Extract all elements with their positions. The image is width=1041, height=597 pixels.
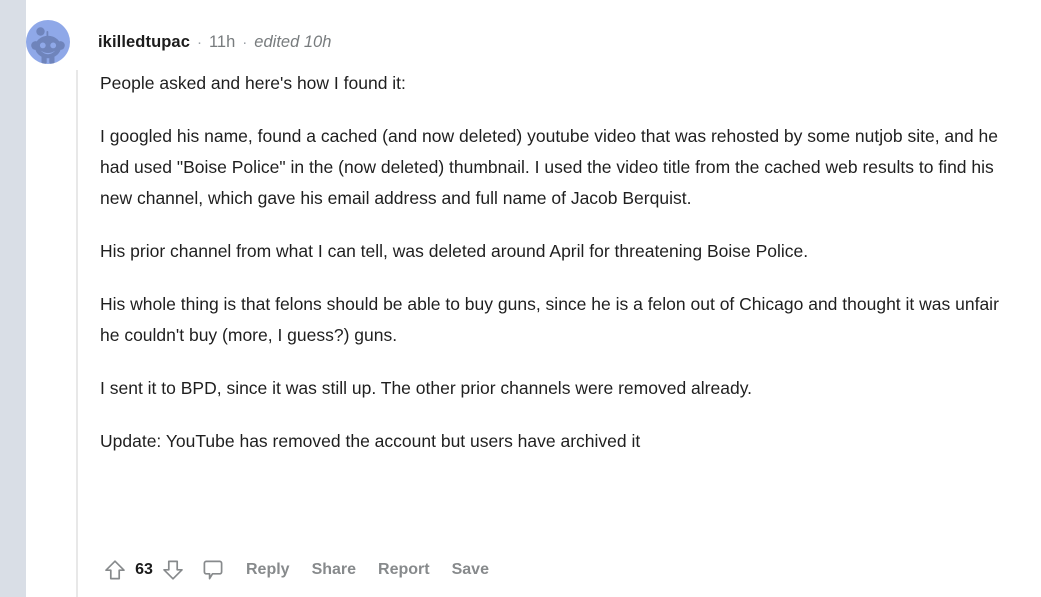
page-left-gutter — [0, 0, 26, 597]
comment-timestamp: 11h — [208, 32, 236, 51]
avatar[interactable] — [26, 20, 70, 64]
comment-paragraph: People asked and here's how I found it: — [100, 73, 406, 93]
comment-paragraph: His whole thing is that felons should be… — [100, 294, 999, 345]
upvote-arrow-icon — [105, 560, 125, 580]
vote-count: 63 — [135, 561, 153, 578]
comment-button[interactable] — [198, 555, 228, 585]
downvote-arrow-icon — [163, 560, 183, 580]
comment-container: ikilledtupac · 11h · edited 10h People a… — [26, 0, 1041, 597]
report-button[interactable]: Report — [378, 561, 430, 579]
comment-paragraph: I sent it to BPD, since it was still up.… — [100, 378, 753, 398]
comment-paragraph: I googled his name, found a cached (and … — [100, 126, 998, 208]
byline-separator-2: · — [242, 33, 248, 51]
comment-body: People asked and here's how I found it: … — [100, 68, 1010, 457]
comment-action-bar: 63 Reply Share Report Save — [100, 553, 489, 587]
reply-button[interactable]: Reply — [246, 561, 290, 579]
comment-author[interactable]: ikilledtupac — [98, 33, 190, 52]
share-button[interactable]: Share — [312, 561, 356, 579]
reddit-snoo-avatar-icon — [31, 27, 65, 64]
comment-header: ikilledtupac · 11h · edited 10h — [26, 20, 331, 64]
upvote-button[interactable] — [100, 555, 130, 585]
byline-separator-1: · — [196, 33, 202, 51]
comment-paragraph: Update: YouTube has removed the account … — [100, 431, 641, 451]
comment-bubble-icon — [203, 560, 223, 580]
downvote-button[interactable] — [158, 555, 188, 585]
comment-page: ikilledtupac · 11h · edited 10h People a… — [0, 0, 1041, 597]
save-button[interactable]: Save — [452, 561, 489, 579]
comment-edited-label: edited 10h — [254, 32, 332, 51]
comment-thread-line[interactable] — [76, 70, 78, 597]
comment-paragraph: His prior channel from what I can tell, … — [100, 241, 809, 261]
comment-byline: ikilledtupac · 11h · edited 10h — [98, 33, 331, 52]
